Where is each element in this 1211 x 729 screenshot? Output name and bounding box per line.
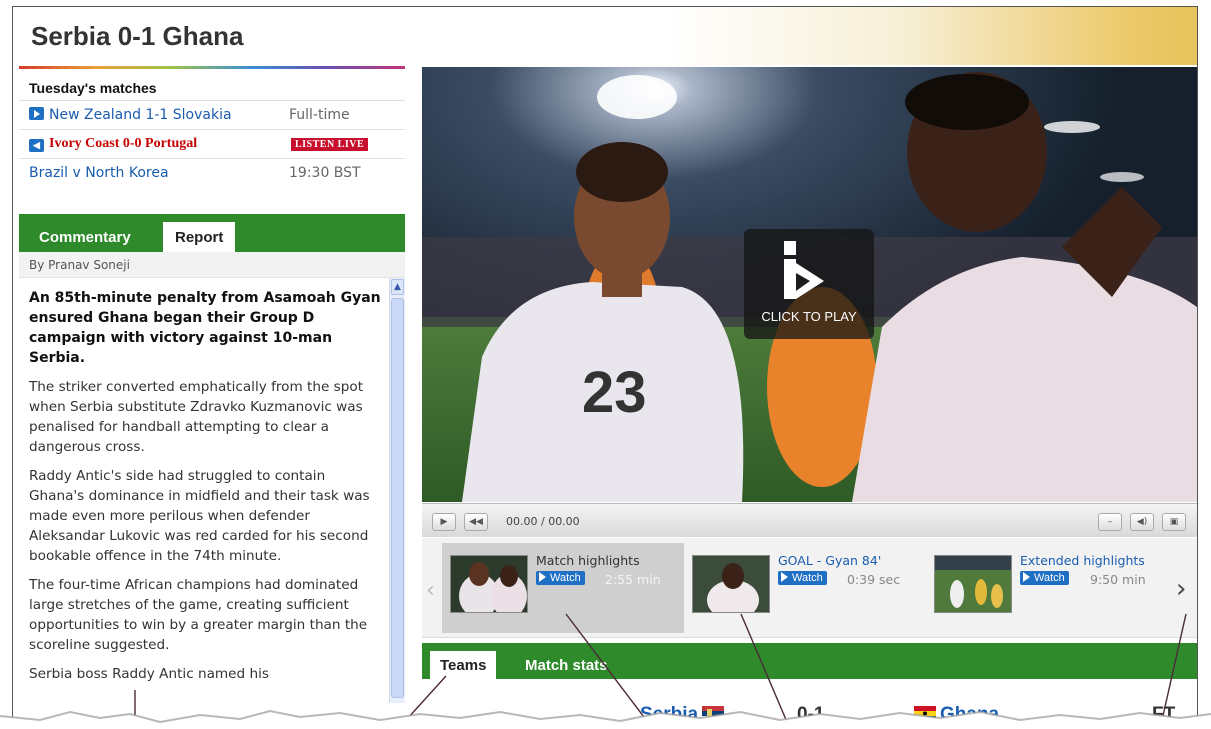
page-frame: Serbia 0-1 Ghana Tuesday's matches New Z… [12, 6, 1198, 729]
match-label: Ivory Coast 0-0 Portugal [49, 136, 198, 151]
match-label: New Zealand 1-1 Slovakia [49, 107, 232, 123]
article-tabs: Commentary Report [19, 214, 405, 252]
play-logo-icon [784, 241, 824, 299]
tab-match-stats[interactable]: Match stats [525, 657, 608, 674]
matches-heading: Tuesday's matches [19, 69, 405, 101]
clip-duration: 2:55 min [605, 572, 661, 587]
watch-button[interactable]: Watch [1020, 571, 1069, 585]
match-status: 19:30 BST [289, 165, 361, 181]
clip-thumbnail [450, 555, 528, 613]
volume-icon[interactable]: ◀) [1130, 513, 1154, 531]
article-paragraph: Raddy Antic's side had struggled to cont… [29, 468, 370, 564]
page-title: Serbia 0-1 Ghana [31, 21, 244, 51]
rewind-icon[interactable]: ◀◀ [464, 513, 488, 531]
play-label: CLICK TO PLAY [761, 309, 857, 324]
clip-item[interactable]: Extended highlights Watch 9:50 min [924, 543, 1174, 633]
match-link[interactable]: Brazil v North Korea [29, 165, 169, 181]
play-icon[interactable]: ▶ [432, 513, 456, 531]
listen-live-badge[interactable]: LISTEN LIVE [291, 138, 369, 151]
scroll-up-icon[interactable]: ▲ [391, 279, 404, 295]
article-paragraph: The striker converted emphatically from … [29, 379, 364, 455]
player-controls: ▶ ◀◀ 00.00 / 00.00 – ◀) ▣ [422, 503, 1197, 537]
clip-duration: 9:50 min [1090, 572, 1146, 587]
time-readout: 00.00 / 00.00 [506, 515, 580, 528]
scoreline: Serbia 0-1 Ghana FT [422, 679, 1197, 729]
clip-item[interactable]: Match highlights Watch 2:55 min [442, 543, 684, 633]
match-status: Full-time [289, 107, 350, 123]
carousel-prev-icon[interactable]: ‹ [426, 578, 435, 603]
carousel-next-icon[interactable]: › [1176, 574, 1186, 604]
match-status-ft: FT [1152, 704, 1176, 725]
video-player[interactable]: 23 CLICK TO PLAY [422, 67, 1197, 502]
left-column: Tuesday's matches New Zealand 1-1 Slovak… [19, 69, 405, 703]
article-scrollbar[interactable]: ▲ [389, 278, 405, 703]
watch-button[interactable]: Watch [536, 571, 585, 585]
fullscreen-icon[interactable]: ▣ [1162, 513, 1186, 531]
scroll-thumb[interactable] [391, 298, 404, 698]
clip-item[interactable]: GOAL - Gyan 84' Watch 0:39 sec [684, 543, 924, 633]
video-play-icon [29, 107, 44, 120]
score: 0-1 [797, 704, 825, 725]
clip-thumbnail [934, 555, 1012, 613]
clip-title: Extended highlights [1020, 553, 1145, 568]
clip-carousel: ‹ Match highlights Watch 2:55 min GOAL -… [422, 538, 1197, 638]
speaker-icon: ◀ [29, 139, 44, 152]
article-body: An 85th-minute penalty from Asamoah Gyan… [19, 278, 389, 729]
match-row[interactable]: ◀ Ivory Coast 0-0 Portugal LISTEN LIVE [19, 130, 405, 159]
byline: By Pranav Soneji [19, 252, 405, 278]
away-team[interactable]: Ghana [910, 704, 999, 726]
home-team-name: Serbia [640, 704, 699, 725]
page-header: Serbia 0-1 Ghana [13, 7, 1197, 65]
ghana-flag-icon [914, 706, 936, 721]
match-link[interactable]: New Zealand 1-1 Slovakia [29, 107, 232, 123]
article-paragraph: Serbia boss Raddy Antic named his [29, 666, 269, 682]
clip-title: Match highlights [536, 553, 640, 568]
serbia-flag-icon [702, 706, 725, 721]
home-team[interactable]: Serbia [640, 704, 728, 726]
article-paragraph: The four-time African champions had domi… [29, 577, 368, 653]
shirt-number: 23 [582, 360, 647, 425]
clip-duration: 0:39 sec [847, 572, 901, 587]
match-row[interactable]: Brazil v North Korea 19:30 BST [19, 159, 405, 188]
minus-icon[interactable]: – [1098, 513, 1122, 531]
clip-thumbnail [692, 555, 770, 613]
match-link[interactable]: ◀ Ivory Coast 0-0 Portugal [29, 136, 197, 152]
watch-button[interactable]: Watch [778, 571, 827, 585]
tab-teams[interactable]: Teams [430, 651, 497, 679]
clip-title: GOAL - Gyan 84' [778, 553, 882, 568]
article-paragraph: An 85th-minute penalty from Asamoah Gyan… [29, 290, 381, 366]
teams-tabs: Teams Match stats [422, 643, 1197, 679]
away-team-name: Ghana [940, 704, 1000, 725]
tab-report[interactable]: Report [163, 222, 236, 252]
play-button[interactable]: CLICK TO PLAY [744, 229, 874, 339]
match-row[interactable]: New Zealand 1-1 Slovakia Full-time [19, 101, 405, 130]
tab-commentary[interactable]: Commentary [27, 222, 143, 252]
